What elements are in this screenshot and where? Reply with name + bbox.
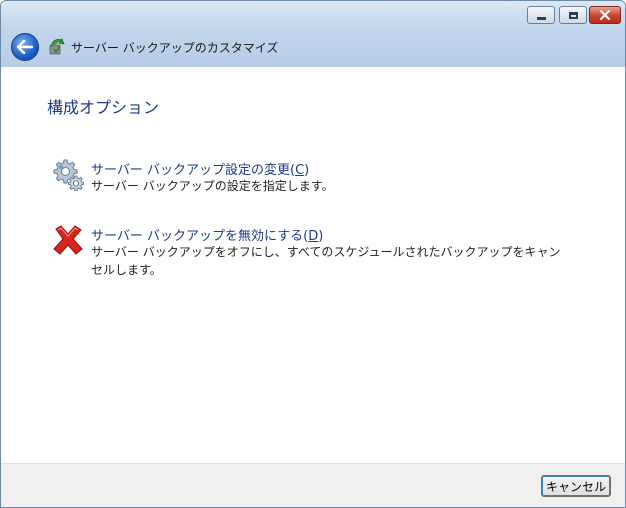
cancel-button[interactable]: キャンセル xyxy=(541,475,611,497)
backup-app-icon xyxy=(49,38,65,55)
wizard-window: サーバー バックアップのカスタマイズ 構成オプション サーバー バックアップ設定… xyxy=(0,0,626,508)
option-description: サーバー バックアップをオフにし、すべてのスケジュールされたバックアップをキャン… xyxy=(91,245,561,277)
option-description: サーバー バックアップの設定を指定します。 xyxy=(91,179,334,193)
footer-bar: キャンセル xyxy=(1,463,625,507)
close-button[interactable] xyxy=(589,6,621,24)
option-change-settings[interactable]: サーバー バックアップ設定の変更(C) サーバー バックアップの設定を指定します… xyxy=(51,155,591,211)
red-x-icon xyxy=(53,225,83,255)
access-key: D xyxy=(308,229,319,244)
minimize-icon xyxy=(536,16,546,20)
page-heading: 構成オプション xyxy=(47,98,160,117)
back-button[interactable] xyxy=(11,33,39,61)
close-icon xyxy=(599,10,611,20)
access-key: C xyxy=(295,163,305,178)
back-arrow-icon xyxy=(17,40,33,54)
gears-icon xyxy=(53,159,84,191)
option-disable-backup[interactable]: サーバー バックアップを無効にする(D) サーバー バックアップをオフにし、すべ… xyxy=(51,221,591,277)
option-title[interactable]: サーバー バックアップを無効にする(D) xyxy=(91,225,323,244)
title-bar: サーバー バックアップのカスタマイズ xyxy=(1,1,625,67)
maximize-icon xyxy=(568,11,578,19)
window-title: サーバー バックアップのカスタマイズ xyxy=(71,41,279,55)
minimize-button[interactable] xyxy=(527,6,555,24)
maximize-button[interactable] xyxy=(559,6,587,24)
option-title[interactable]: サーバー バックアップ設定の変更(C) xyxy=(91,159,309,178)
